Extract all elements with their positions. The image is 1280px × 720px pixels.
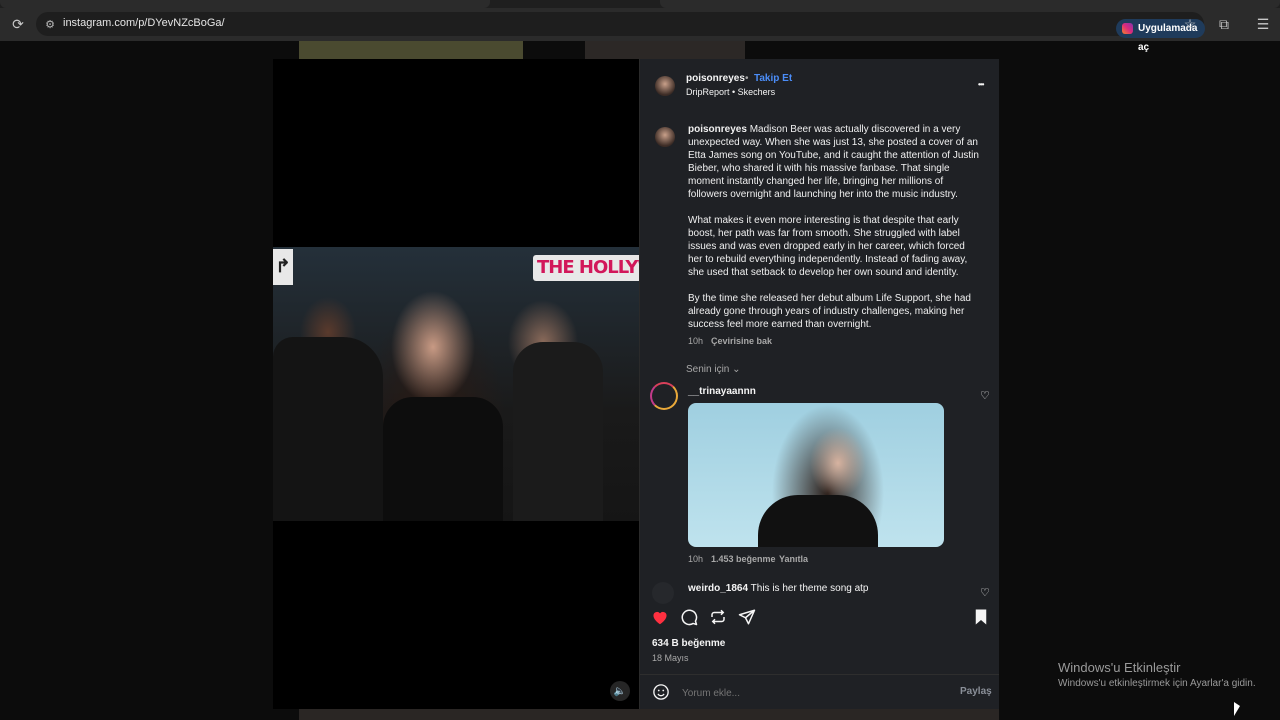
reading-list-icon[interactable]: ☰ <box>1255 16 1271 32</box>
comment-sort-label: Senin için <box>686 364 730 375</box>
browser-tab[interactable] <box>660 0 1280 8</box>
caption-avatar[interactable] <box>655 127 675 147</box>
divider <box>640 674 999 675</box>
feed-thumbnail[interactable] <box>585 41 745 59</box>
post-details-panel: poisonreyes • Takip Et DripReport • Skec… <box>639 59 999 709</box>
commenter-avatar[interactable] <box>652 582 674 604</box>
reload-icon[interactable]: ⟳ <box>10 16 26 32</box>
comment-bubble-icon[interactable] <box>678 606 700 628</box>
comment-image-figure <box>758 495 878 547</box>
tab-strip <box>0 0 1280 8</box>
chevron-down-icon: ⌄ <box>732 364 741 375</box>
comment-sort-dropdown[interactable]: Senin için ⌄ <box>686 363 741 376</box>
comment-time: 10h <box>688 554 704 564</box>
address-bar[interactable]: ⚙ instagram.com/p/DYevNZcBoGa/ Uygulamad… <box>36 12 1206 53</box>
like-heart-icon[interactable] <box>649 606 671 628</box>
windows-activation-watermark: Windows'u Etkinleştir Windows'u etkinleş… <box>1058 660 1256 689</box>
commenter-avatar[interactable] <box>650 382 678 410</box>
like-count[interactable]: 634 B beğenme <box>652 637 725 650</box>
caption-paragraph: What makes it even more interesting is t… <box>688 215 968 278</box>
comment-like-icon[interactable]: ♡ <box>980 389 990 402</box>
comment-text: weirdo_1864 This is her theme song atp <box>688 582 869 595</box>
repost-icon[interactable] <box>707 606 729 628</box>
post-date: 18 Mayıs <box>652 653 689 663</box>
post-photo[interactable]: ↱ THE HOLLYWO <box>273 247 639 521</box>
caption-paragraph: Madison Beer was actually discovered in … <box>688 124 979 200</box>
see-translation-link[interactable]: Çevirisine bak <box>711 335 772 348</box>
instagram-icon <box>1122 23 1133 34</box>
watermark-subtitle: Windows'u etkinleştirmek için Ayarlar'a … <box>1058 678 1256 689</box>
comment-like-icon[interactable]: ♡ <box>980 586 990 599</box>
comment-body: This is her theme song atp <box>750 583 869 594</box>
header-separator: • <box>745 73 749 84</box>
emoji-icon[interactable] <box>650 681 672 703</box>
comment-username[interactable]: weirdo_1864 <box>688 583 748 594</box>
follow-button[interactable]: Takip Et <box>754 72 792 85</box>
save-bookmark-icon[interactable] <box>970 606 992 628</box>
bookmark-star-icon[interactable]: ☆ <box>1182 16 1198 32</box>
url-text: instagram.com/p/DYevNZcBoGa/ <box>63 17 225 29</box>
photo-figure <box>273 337 383 521</box>
caption-username[interactable]: poisonreyes <box>688 124 747 135</box>
comment-input[interactable] <box>680 683 944 703</box>
caption-paragraph: By the time she released her debut album… <box>688 293 971 330</box>
author-username[interactable]: poisonreyes <box>686 72 745 85</box>
post-media[interactable]: ↱ THE HOLLYWO 🔈 <box>273 59 639 709</box>
extensions-icon[interactable]: ⧉ <box>1216 16 1232 32</box>
author-avatar[interactable] <box>655 76 675 96</box>
audio-label[interactable]: DripReport • Skechers <box>686 86 775 99</box>
caption-time: 10h <box>688 336 704 346</box>
speaker-icon[interactable]: 🔈 <box>610 681 630 701</box>
reply-button[interactable]: Yanıtla <box>779 553 808 566</box>
share-comment-button[interactable]: Paylaş <box>960 685 992 698</box>
comment-image[interactable] <box>688 403 944 547</box>
arrow-sign-icon: ↱ <box>273 249 293 285</box>
feed-thumbnail[interactable] <box>299 709 999 720</box>
photo-figure <box>513 342 603 521</box>
site-settings-icon[interactable]: ⚙ <box>42 16 58 32</box>
post-caption: poisonreyes Madison Beer was actually di… <box>688 123 980 331</box>
browser-tab[interactable] <box>0 0 490 8</box>
post-actions <box>640 604 999 632</box>
comment-likes[interactable]: 1.453 beğenme <box>711 553 776 566</box>
feed-thumbnail[interactable] <box>299 41 523 59</box>
share-send-icon[interactable] <box>736 606 758 628</box>
comment-username[interactable]: __trinayaannn <box>688 385 756 398</box>
photo-overlay-text: THE HOLLYWO <box>533 255 639 281</box>
more-options-icon[interactable]: ••• <box>978 78 984 91</box>
mouse-cursor-icon <box>1234 702 1240 716</box>
watermark-title: Windows'u Etkinleştir <box>1058 660 1181 675</box>
photo-figure <box>383 397 503 521</box>
browser-toolbar: ⟳ ⚙ instagram.com/p/DYevNZcBoGa/ Uygulam… <box>0 8 1280 53</box>
